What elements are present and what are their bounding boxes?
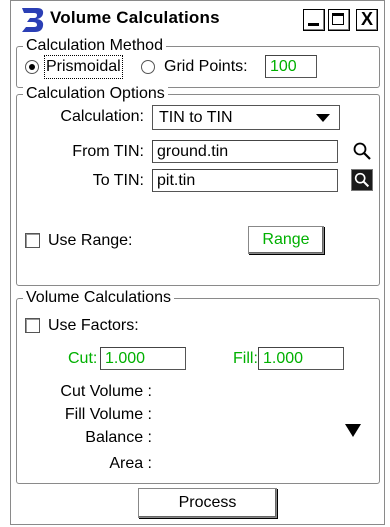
group-legend: Calculation Method bbox=[23, 36, 166, 56]
from-tin-label: From TIN: bbox=[72, 143, 144, 160]
range-button[interactable]: Range bbox=[248, 226, 324, 254]
calculation-dropdown-value: TIN to TIN bbox=[159, 109, 233, 126]
prismoidal-radio[interactable] bbox=[25, 60, 39, 74]
cut-label: Cut: bbox=[68, 350, 98, 367]
balance-label: Balance : bbox=[85, 429, 152, 446]
calculation-method-group: Calculation Method Prismoidal Grid Point… bbox=[16, 36, 380, 88]
window-title: Volume Calculations bbox=[50, 8, 220, 27]
fill-label: Fill: bbox=[233, 350, 258, 367]
from-tin-input[interactable]: ground.tin bbox=[152, 140, 338, 163]
use-factors-label: Use Factors: bbox=[48, 317, 139, 334]
volume-calculations-window: Volume Calculations X Calculation Method… bbox=[10, 0, 385, 525]
calculation-dropdown[interactable]: TIN to TIN bbox=[152, 105, 340, 130]
maximize-button[interactable] bbox=[328, 9, 350, 31]
cut-volume-label: Cut Volume : bbox=[60, 383, 152, 400]
cut-factor-input[interactable]: 1.000 bbox=[100, 347, 186, 370]
chevron-down-icon bbox=[316, 114, 330, 122]
grid-points-radio[interactable] bbox=[141, 60, 155, 74]
close-button[interactable]: X bbox=[356, 9, 378, 31]
grid-points-label[interactable]: Grid Points: bbox=[164, 57, 248, 77]
calculation-options-group: Calculation Options Calculation: TIN to … bbox=[16, 84, 380, 286]
volume-calculations-group: Volume Calculations Use Factors: Cut: 1.… bbox=[16, 288, 380, 484]
app-logo-icon bbox=[17, 5, 47, 35]
scroll-down-arrow-icon[interactable] bbox=[345, 424, 361, 437]
to-tin-label: To TIN: bbox=[92, 172, 144, 189]
minimize-button[interactable] bbox=[303, 9, 325, 31]
magnifier-icon[interactable] bbox=[351, 140, 373, 162]
grid-points-input[interactable]: 100 bbox=[265, 55, 317, 78]
fill-factor-input[interactable]: 1.000 bbox=[258, 347, 344, 370]
fill-volume-label: Fill Volume : bbox=[64, 406, 152, 423]
prismoidal-label[interactable]: Prismoidal bbox=[44, 55, 123, 79]
use-range-checkbox[interactable] bbox=[25, 233, 40, 248]
calculation-label: Calculation: bbox=[60, 108, 144, 125]
use-factors-checkbox[interactable] bbox=[25, 318, 40, 333]
use-range-label: Use Range: bbox=[48, 232, 133, 249]
area-label: Area : bbox=[109, 455, 152, 472]
to-tin-input[interactable]: pit.tin bbox=[152, 169, 338, 192]
group-legend: Calculation Options bbox=[23, 84, 168, 104]
process-button[interactable]: Process bbox=[138, 488, 277, 518]
title-bar: Volume Calculations X bbox=[15, 4, 382, 36]
group-legend: Volume Calculations bbox=[23, 288, 174, 308]
magnifier-icon[interactable] bbox=[351, 169, 373, 191]
